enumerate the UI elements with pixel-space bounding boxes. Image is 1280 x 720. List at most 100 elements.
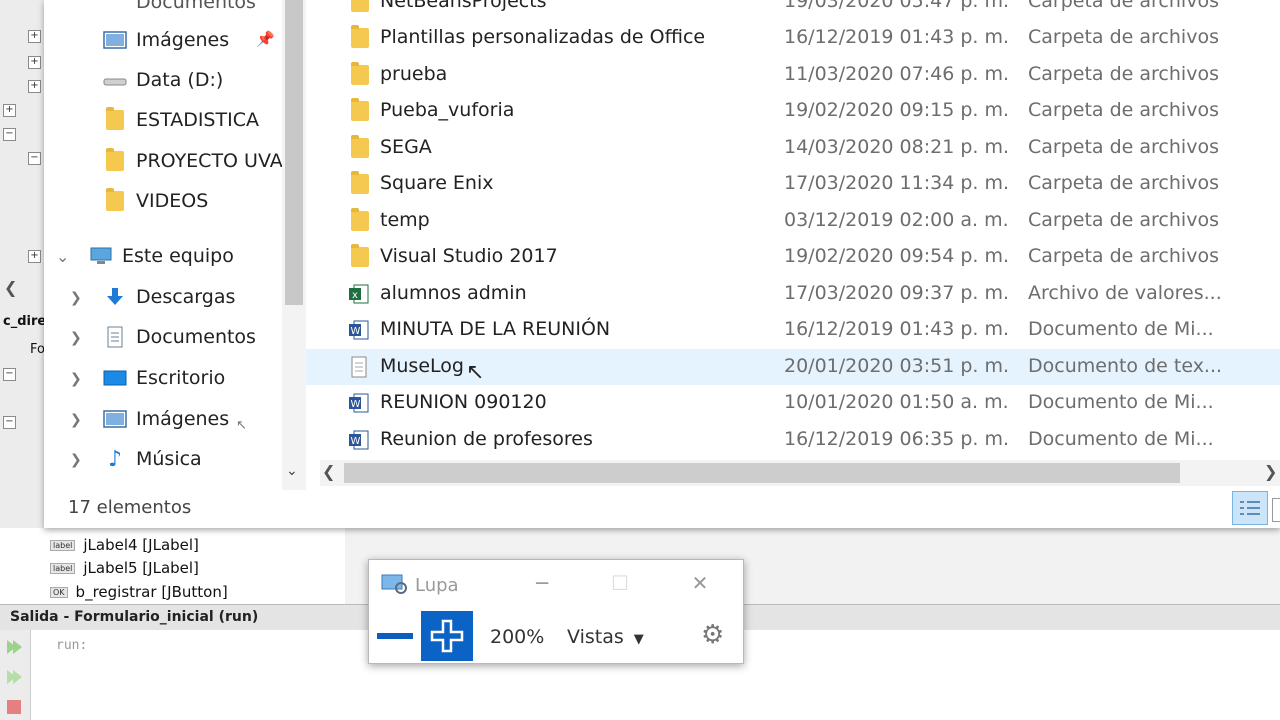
nav-item-musica[interactable]: ♪ Música: [102, 441, 202, 477]
large-icons-view-button[interactable]: [1272, 498, 1280, 522]
documents-icon: [102, 0, 128, 13]
file-name: Square Enix: [380, 172, 494, 194]
file-row-netbeansprojects[interactable]: NetBeansProjects 19/03/2020 05:47 p. m. …: [306, 0, 1280, 20]
scroll-down-arrow-icon[interactable]: ⌄: [286, 463, 298, 479]
file-row[interactable]: x alumnos admin 17/03/2020 09:37 p. m. Arch…: [306, 276, 1280, 312]
file-row[interactable]: temp 03/12/2019 02:00 a. m. Carpeta de arc…: [306, 203, 1280, 239]
folder-icon: [102, 107, 128, 131]
file-name: Pueba_vuforia: [380, 99, 515, 121]
file-name: SEGA: [380, 135, 432, 158]
tree-collapse-icon[interactable]: −: [3, 416, 16, 429]
file-row[interactable]: prueba 11/03/2020 07:46 p. m. Carpeta de a…: [306, 57, 1280, 93]
output-toolbar: [0, 630, 31, 720]
file-row[interactable]: W Reunion de profesores 16/12/2019 06:35 p…: [306, 422, 1280, 458]
side-label: c_dire: [3, 314, 47, 329]
stop-icon[interactable]: [4, 698, 24, 716]
tree-node[interactable]: label jLabel4 [JLabel]: [50, 536, 199, 554]
file-date: 19/02/2020 09:54 p. m.: [784, 245, 1010, 267]
netbeans-components-tree: label jLabel4 [JLabel] label jLabel5 [JLab…: [0, 528, 346, 604]
file-row[interactable]: SEGA 14/03/2020 08:21 p. m. Carpeta de arc…: [306, 130, 1280, 166]
navigation-pane: Documentos Imágenes 📌 Data (D:) ESTADIST…: [44, 0, 306, 490]
magnifier-title: Lupa: [415, 575, 459, 596]
gear-icon[interactable]: ⚙: [701, 622, 724, 648]
side-label: Fo: [30, 342, 45, 357]
netbeans-navigator-strip: + + + + − − + ❮ c_dire Fo − −: [0, 0, 47, 600]
chevron-right-icon[interactable]: ❯: [70, 371, 82, 387]
close-button[interactable]: ✕: [680, 568, 720, 598]
chevron-right-icon[interactable]: ❯: [70, 330, 82, 346]
pin-icon[interactable]: 📌: [256, 30, 275, 48]
nav-item-escritorio[interactable]: Escritorio: [102, 360, 225, 396]
folder-icon: [348, 0, 370, 13]
scroll-right-arrow-icon[interactable]: ❯: [1264, 462, 1277, 481]
file-date: 14/03/2020 08:21 p. m.: [784, 135, 1010, 158]
tree-expand-icon[interactable]: +: [28, 80, 41, 93]
nav-item-documentos[interactable]: Documentos: [102, 319, 256, 355]
tree-collapse-icon[interactable]: −: [28, 152, 41, 165]
nav-item-data-drive[interactable]: Data (D:): [102, 62, 223, 98]
tree-expand-icon[interactable]: +: [28, 30, 41, 43]
chevron-right-icon[interactable]: ❯: [70, 452, 82, 468]
text-file-icon: [348, 356, 370, 378]
file-date: 19/02/2020 09:15 p. m.: [784, 99, 1010, 121]
chevron-down-icon[interactable]: ⌄: [56, 247, 69, 266]
nav-item-imagenes-quick[interactable]: Imágenes: [102, 22, 229, 58]
file-date: 10/01/2020 01:50 a. m.: [784, 391, 1009, 413]
file-row[interactable]: Pueba_vuforia 19/02/2020 09:15 p. m. Carpe…: [306, 93, 1280, 129]
file-row[interactable]: Plantillas personalizadas de Office 16/12…: [306, 20, 1280, 56]
views-dropdown[interactable]: Vistas ▼: [567, 626, 644, 648]
item-count: 17 elementos: [68, 497, 192, 518]
nav-item-videos[interactable]: VIDEOS: [102, 183, 208, 219]
folder-icon: [102, 148, 128, 172]
tree-node[interactable]: OK b_registrar [JButton]: [50, 583, 228, 601]
minimize-button[interactable]: ─: [522, 568, 562, 598]
file-type: Documento de Mi...: [1028, 427, 1214, 450]
nav-item-estadistica[interactable]: ESTADISTICA: [102, 102, 259, 138]
file-row[interactable]: W REUNION 090120 10/01/2020 01:50 a. m. Doc…: [306, 385, 1280, 421]
nav-scrollbar-thumb[interactable]: [285, 0, 303, 305]
rerun-icon[interactable]: [4, 638, 24, 656]
tree-collapse-icon[interactable]: −: [3, 368, 16, 381]
desktop-icon: [102, 367, 128, 389]
zoom-in-button[interactable]: [421, 611, 473, 661]
drive-icon: [102, 69, 128, 91]
nav-item-este-equipo[interactable]: Este equipo: [88, 238, 234, 274]
file-row[interactable]: Square Enix 17/03/2020 11:34 p. m. Carpeta…: [306, 166, 1280, 202]
file-name: temp: [380, 208, 430, 231]
file-date: 16/12/2019 01:43 p. m.: [784, 318, 1010, 340]
file-name: alumnos admin: [380, 281, 527, 304]
file-row[interactable]: MuseLog 20/01/2020 03:51 p. m. Documento d…: [306, 348, 1280, 385]
file-type: Carpeta de archivos: [1028, 62, 1219, 85]
rerun-icon[interactable]: [4, 668, 24, 686]
tree-node[interactable]: label jLabel5 [JLabel]: [50, 559, 199, 577]
file-row[interactable]: W MINUTA DE LA REUNIÓN 16/12/2019 01:43 p.…: [306, 312, 1280, 348]
tree-expand-icon[interactable]: +: [28, 250, 41, 263]
nav-item-documentos-partial[interactable]: Documentos: [102, 0, 256, 20]
tree-expand-icon[interactable]: +: [28, 56, 41, 69]
nav-item-proyecto-uvac[interactable]: PROYECTO UVAC: [102, 143, 302, 179]
word-file-icon: W: [348, 319, 370, 341]
file-type: Carpeta de archivos: [1028, 208, 1219, 231]
output-text: run:: [56, 638, 88, 653]
nav-item-descargas[interactable]: Descargas: [102, 279, 235, 315]
mouse-cursor-icon: ↖: [466, 360, 485, 385]
tree-expand-icon[interactable]: +: [3, 104, 16, 117]
zoom-out-button[interactable]: [377, 633, 413, 639]
chevron-right-icon[interactable]: ❯: [70, 290, 82, 306]
scroll-left-arrow-icon[interactable]: ❮: [4, 278, 17, 297]
file-type: Documento de tex...: [1028, 354, 1223, 377]
output-title: Salida - Formulario_inicial (run): [10, 609, 259, 625]
file-date: 03/12/2019 02:00 a. m.: [784, 208, 1009, 231]
nav-item-imagenes[interactable]: Imágenes: [102, 401, 229, 437]
folder-icon: [102, 188, 128, 212]
file-row[interactable]: Visual Studio 2017 19/02/2020 09:54 p. m.…: [306, 239, 1280, 275]
file-date: 17/03/2020 11:34 p. m.: [784, 172, 1010, 194]
scroll-left-arrow-icon[interactable]: ❮: [322, 462, 335, 481]
details-view-button[interactable]: [1232, 491, 1268, 525]
chevron-right-icon[interactable]: ❯: [70, 412, 82, 428]
maximize-button[interactable]: ☐: [600, 568, 640, 598]
file-type: Carpeta de archivos: [1028, 172, 1219, 194]
tree-collapse-icon[interactable]: −: [3, 128, 16, 141]
file-date: 16/12/2019 06:35 p. m.: [784, 427, 1010, 450]
horizontal-scrollbar-thumb[interactable]: [344, 463, 1180, 483]
